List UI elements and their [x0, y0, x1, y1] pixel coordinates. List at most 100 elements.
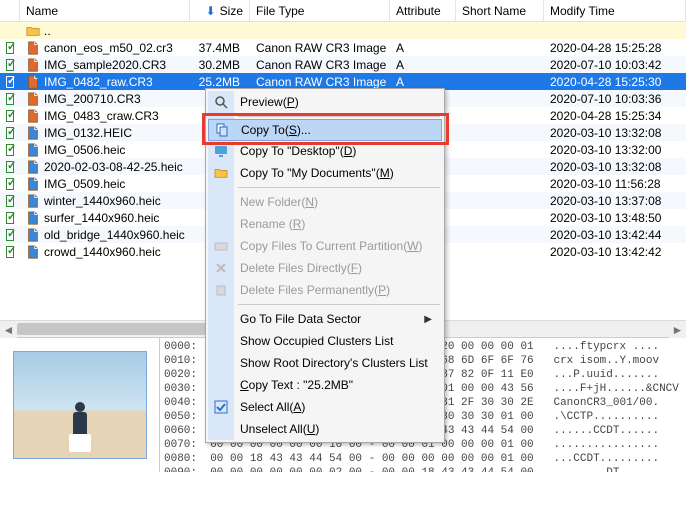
row-type: Canon RAW CR3 Image: [250, 58, 390, 72]
file-name: surfer_1440x960.heic: [44, 211, 159, 225]
file-icon: [26, 245, 40, 259]
col-type[interactable]: File Type: [250, 0, 390, 21]
menu-delete-perm-label: Delete Files Permanently(P): [240, 283, 390, 297]
file-name: IMG_200710.CR3: [44, 92, 141, 106]
row-checkbox[interactable]: [0, 178, 20, 190]
menu-separator: [238, 116, 440, 117]
menu-preview[interactable]: Preview(P): [208, 91, 442, 113]
row-mtime: 2020-03-10 13:37:08: [544, 194, 686, 208]
copy-icon: [214, 122, 230, 138]
menu-copy-text-label: Copy Text : "25.2MB": [240, 378, 353, 392]
check-icon: [6, 212, 14, 224]
menu-copy-desktop[interactable]: Copy To "Desktop"(D): [208, 140, 442, 162]
file-name: old_bridge_1440x960.heic: [44, 228, 185, 242]
row-checkbox[interactable]: [0, 229, 20, 241]
col-name[interactable]: Name: [20, 0, 190, 21]
row-checkbox[interactable]: [0, 246, 20, 258]
check-icon: [6, 195, 14, 207]
menu-occupied-clusters[interactable]: Show Occupied Clusters List: [208, 330, 442, 352]
menu-delete-direct-label: Delete Files Directly(F): [240, 261, 362, 275]
row-name: IMG_0482_raw.CR3: [20, 75, 190, 89]
row-attr: A: [390, 75, 456, 89]
folder-up-icon: [26, 24, 40, 38]
col-attr-label: Attribute: [396, 4, 441, 18]
row-checkbox[interactable]: [0, 76, 20, 88]
row-checkbox[interactable]: [0, 127, 20, 139]
menu-copy-to-label: Copy To(S)...: [241, 123, 311, 137]
col-short[interactable]: Short Name: [456, 0, 544, 21]
row-checkbox[interactable]: [0, 144, 20, 156]
preview-icon: [213, 94, 229, 110]
file-name: IMG_0132.HEIC: [44, 126, 132, 140]
menu-copy-desktop-label: Copy To "Desktop"(D): [240, 144, 356, 158]
row-checkbox[interactable]: [0, 42, 20, 54]
delete-perm-icon: [213, 282, 229, 298]
parent-dir-row[interactable]: ..: [0, 22, 686, 39]
row-type: Canon RAW CR3 Image: [250, 75, 390, 89]
check-icon: [6, 229, 14, 241]
row-checkbox[interactable]: [0, 110, 20, 122]
row-mtime: 2020-07-10 10:03:36: [544, 92, 686, 106]
row-size: 25.2MB: [190, 75, 250, 89]
menu-separator: [238, 304, 440, 305]
menu-unselect-all[interactable]: Unselect All(U): [208, 418, 442, 440]
row-checkbox[interactable]: [0, 59, 20, 71]
row-mtime: 2020-03-10 11:56:28: [544, 177, 686, 191]
table-row[interactable]: canon_eos_m50_02.cr3 37.4MBCanon RAW CR3 …: [0, 39, 686, 56]
row-name: surfer_1440x960.heic: [20, 211, 190, 225]
menu-root-clusters-label: Show Root Directory's Clusters List: [240, 356, 428, 370]
scroll-left-button[interactable]: ◄: [0, 321, 17, 338]
scroll-right-button[interactable]: ►: [669, 321, 686, 338]
row-checkbox[interactable]: [0, 161, 20, 173]
col-mtime[interactable]: Modify Time: [544, 0, 686, 21]
file-name: IMG_0482_raw.CR3: [44, 75, 153, 89]
row-checkbox[interactable]: [0, 195, 20, 207]
check-icon: [6, 76, 14, 88]
row-size: 37.4MB: [190, 41, 250, 55]
file-icon: [26, 211, 40, 225]
file-name: canon_eos_m50_02.cr3: [44, 41, 173, 55]
row-mtime: 2020-03-10 13:42:42: [544, 245, 686, 259]
col-attr[interactable]: Attribute: [390, 0, 456, 21]
row-size: 30.2MB: [190, 58, 250, 72]
menu-select-all[interactable]: Select All(A): [208, 396, 442, 418]
menu-copy-mydocs-label: Copy To "My Documents"(M): [240, 166, 394, 180]
check-icon: [6, 161, 14, 173]
check-icon: [6, 127, 14, 139]
menu-copy-text[interactable]: Copy Text : "25.2MB": [208, 374, 442, 396]
col-size[interactable]: ⬇Size: [190, 0, 250, 21]
row-mtime: 2020-03-10 13:32:00: [544, 143, 686, 157]
row-mtime: 2020-03-10 13:32:08: [544, 160, 686, 174]
submenu-arrow-icon: ▶: [424, 314, 432, 325]
row-name: 2020-02-03-08-42-25.heic: [20, 160, 190, 174]
row-name: winter_1440x960.heic: [20, 194, 190, 208]
row-name: old_bridge_1440x960.heic: [20, 228, 190, 242]
row-checkbox[interactable]: [0, 93, 20, 105]
row-type: Canon RAW CR3 Image: [250, 41, 390, 55]
check-icon: [6, 42, 14, 54]
file-icon: [26, 75, 40, 89]
row-name: IMG_0483_craw.CR3: [20, 109, 190, 123]
row-checkbox[interactable]: [0, 212, 20, 224]
menu-copy-mydocs[interactable]: Copy To "My Documents"(M): [208, 162, 442, 184]
file-icon: [26, 143, 40, 157]
row-attr: A: [390, 58, 456, 72]
menu-root-clusters[interactable]: Show Root Directory's Clusters List: [208, 352, 442, 374]
check-icon: [6, 246, 14, 258]
col-checkbox[interactable]: [0, 0, 20, 21]
preview-thumbnail[interactable]: [13, 351, 147, 459]
sort-desc-icon: ⬇: [206, 4, 216, 18]
menu-new-folder-label: New Folder(N): [240, 195, 318, 209]
disk-icon: [213, 238, 229, 254]
file-name: 2020-02-03-08-42-25.heic: [44, 160, 183, 174]
menu-copy-to[interactable]: Copy To(S)...: [208, 119, 442, 141]
file-icon: [26, 58, 40, 72]
file-icon: [26, 160, 40, 174]
file-name: IMG_0483_craw.CR3: [44, 109, 159, 123]
col-name-label: Name: [26, 4, 58, 18]
folder-icon: [213, 165, 229, 181]
menu-goto-sector[interactable]: Go To File Data Sector ▶: [208, 308, 442, 330]
row-mtime: 2020-04-28 15:25:28: [544, 41, 686, 55]
table-row[interactable]: IMG_sample2020.CR330.2MBCanon RAW CR3 Im…: [0, 56, 686, 73]
file-icon: [26, 194, 40, 208]
